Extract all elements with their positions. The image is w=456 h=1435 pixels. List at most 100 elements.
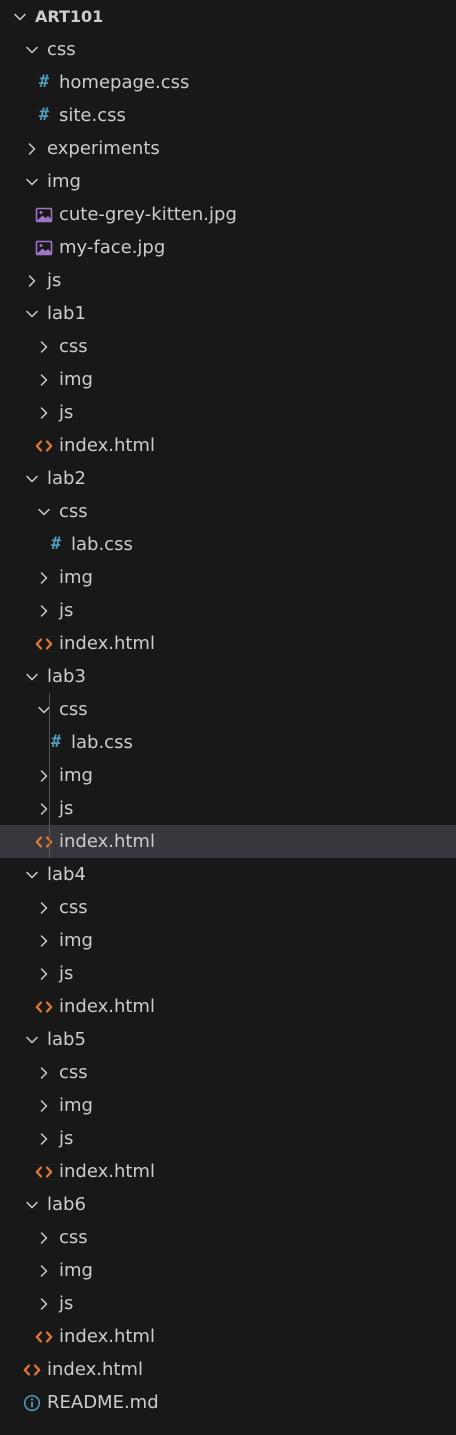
folder-label: lab5 bbox=[47, 1029, 86, 1050]
file-item-homepage-css[interactable]: # homepage.css bbox=[0, 66, 456, 99]
file-item-index-html[interactable]: index.html bbox=[0, 627, 456, 660]
file-item-index-html[interactable]: index.html bbox=[0, 825, 456, 858]
chevron-right-icon[interactable] bbox=[34, 363, 54, 396]
file-item-lab-css[interactable]: # lab.css bbox=[0, 726, 456, 759]
folder-label: css bbox=[59, 336, 88, 357]
folder-item-lab4[interactable]: lab4 bbox=[0, 858, 456, 891]
folder-label: img bbox=[59, 765, 93, 786]
info-file-icon bbox=[22, 1386, 42, 1419]
chevron-down-icon[interactable] bbox=[22, 1188, 42, 1221]
folder-item-img[interactable]: img bbox=[0, 165, 456, 198]
file-label: homepage.css bbox=[59, 72, 190, 93]
folder-item-img[interactable]: img bbox=[0, 924, 456, 957]
file-label: index.html bbox=[59, 435, 155, 456]
folder-item-js[interactable]: js bbox=[0, 792, 456, 825]
chevron-right-icon[interactable] bbox=[34, 759, 54, 792]
folder-item-css[interactable]: css bbox=[0, 1056, 456, 1089]
image-file-icon bbox=[34, 231, 54, 264]
folder-item-lab6[interactable]: lab6 bbox=[0, 1188, 456, 1221]
chevron-right-icon[interactable] bbox=[34, 594, 54, 627]
chevron-right-icon[interactable] bbox=[34, 957, 54, 990]
file-explorer-tree: ART101 css # homepage.css # site.css experimen… bbox=[0, 0, 456, 1435]
folder-item-img[interactable]: img bbox=[0, 1089, 456, 1122]
chevron-down-icon[interactable] bbox=[22, 660, 42, 693]
chevron-right-icon[interactable] bbox=[34, 330, 54, 363]
file-item-cute-grey-kitten-jpg[interactable]: cute-grey-kitten.jpg bbox=[0, 198, 456, 231]
file-label: my-face.jpg bbox=[59, 237, 166, 258]
file-item-readme-md[interactable]: README.md bbox=[0, 1386, 456, 1419]
chevron-right-icon[interactable] bbox=[34, 1122, 54, 1155]
folder-item-js[interactable]: js bbox=[0, 264, 456, 297]
css-file-icon: # bbox=[38, 105, 50, 125]
folder-label: css bbox=[59, 1227, 88, 1248]
folder-item-css[interactable]: css bbox=[0, 495, 456, 528]
file-item-index-html[interactable]: index.html bbox=[0, 1353, 456, 1386]
folder-label: js bbox=[59, 963, 74, 984]
html-file-icon bbox=[34, 990, 54, 1023]
folder-item-js[interactable]: js bbox=[0, 594, 456, 627]
folder-item-css[interactable]: css bbox=[0, 330, 456, 363]
file-label: README.md bbox=[47, 1392, 159, 1413]
chevron-right-icon[interactable] bbox=[34, 396, 54, 429]
folder-item-css[interactable]: css bbox=[0, 33, 456, 66]
folder-item-js[interactable]: js bbox=[0, 957, 456, 990]
file-item-index-html[interactable]: index.html bbox=[0, 1155, 456, 1188]
file-item-index-html[interactable]: index.html bbox=[0, 429, 456, 462]
folder-label: img bbox=[59, 1260, 93, 1281]
css-file-icon: # bbox=[50, 534, 62, 554]
chevron-down-icon[interactable] bbox=[22, 1023, 42, 1056]
folder-item-js[interactable]: js bbox=[0, 1287, 456, 1320]
folder-item-img[interactable]: img bbox=[0, 561, 456, 594]
chevron-right-icon[interactable] bbox=[34, 1089, 54, 1122]
folder-label: css bbox=[59, 699, 88, 720]
file-label: index.html bbox=[59, 1161, 155, 1182]
folder-label: experiments bbox=[47, 138, 160, 159]
file-item-index-html[interactable]: index.html bbox=[0, 1320, 456, 1353]
folder-item-lab5[interactable]: lab5 bbox=[0, 1023, 456, 1056]
folder-label: js bbox=[59, 798, 74, 819]
chevron-right-icon[interactable] bbox=[34, 561, 54, 594]
chevron-right-icon[interactable] bbox=[34, 891, 54, 924]
chevron-down-icon[interactable] bbox=[10, 0, 30, 33]
folder-item-img[interactable]: img bbox=[0, 759, 456, 792]
folder-item-css[interactable]: css bbox=[0, 891, 456, 924]
folder-item-lab2[interactable]: lab2 bbox=[0, 462, 456, 495]
file-label: index.html bbox=[59, 633, 155, 654]
folder-label: css bbox=[59, 897, 88, 918]
folder-item-experiments[interactable]: experiments bbox=[0, 132, 456, 165]
file-item-site-css[interactable]: # site.css bbox=[0, 99, 456, 132]
folder-item-css[interactable]: css bbox=[0, 1221, 456, 1254]
folder-item-js[interactable]: js bbox=[0, 1122, 456, 1155]
folder-item-css[interactable]: css bbox=[0, 693, 456, 726]
folder-label: css bbox=[47, 39, 76, 60]
folder-label: img bbox=[47, 171, 81, 192]
chevron-right-icon[interactable] bbox=[22, 264, 42, 297]
chevron-down-icon[interactable] bbox=[34, 693, 54, 726]
chevron-right-icon[interactable] bbox=[34, 1221, 54, 1254]
chevron-down-icon[interactable] bbox=[22, 33, 42, 66]
html-file-icon bbox=[34, 627, 54, 660]
chevron-right-icon[interactable] bbox=[22, 132, 42, 165]
chevron-down-icon[interactable] bbox=[22, 462, 42, 495]
folder-item-img[interactable]: img bbox=[0, 363, 456, 396]
chevron-down-icon[interactable] bbox=[22, 858, 42, 891]
folder-item-art101[interactable]: ART101 bbox=[0, 0, 456, 33]
file-item-my-face-jpg[interactable]: my-face.jpg bbox=[0, 231, 456, 264]
folder-label: lab2 bbox=[47, 468, 86, 489]
file-item-lab-css[interactable]: # lab.css bbox=[0, 528, 456, 561]
chevron-down-icon[interactable] bbox=[34, 495, 54, 528]
chevron-right-icon[interactable] bbox=[34, 792, 54, 825]
chevron-right-icon[interactable] bbox=[34, 1287, 54, 1320]
folder-item-lab1[interactable]: lab1 bbox=[0, 297, 456, 330]
folder-item-img[interactable]: img bbox=[0, 1254, 456, 1287]
folder-label: img bbox=[59, 1095, 93, 1116]
chevron-right-icon[interactable] bbox=[34, 924, 54, 957]
folder-item-lab3[interactable]: lab3 bbox=[0, 660, 456, 693]
chevron-down-icon[interactable] bbox=[22, 165, 42, 198]
folder-label: lab4 bbox=[47, 864, 86, 885]
file-item-index-html[interactable]: index.html bbox=[0, 990, 456, 1023]
chevron-right-icon[interactable] bbox=[34, 1056, 54, 1089]
folder-item-js[interactable]: js bbox=[0, 396, 456, 429]
chevron-down-icon[interactable] bbox=[22, 297, 42, 330]
chevron-right-icon[interactable] bbox=[34, 1254, 54, 1287]
